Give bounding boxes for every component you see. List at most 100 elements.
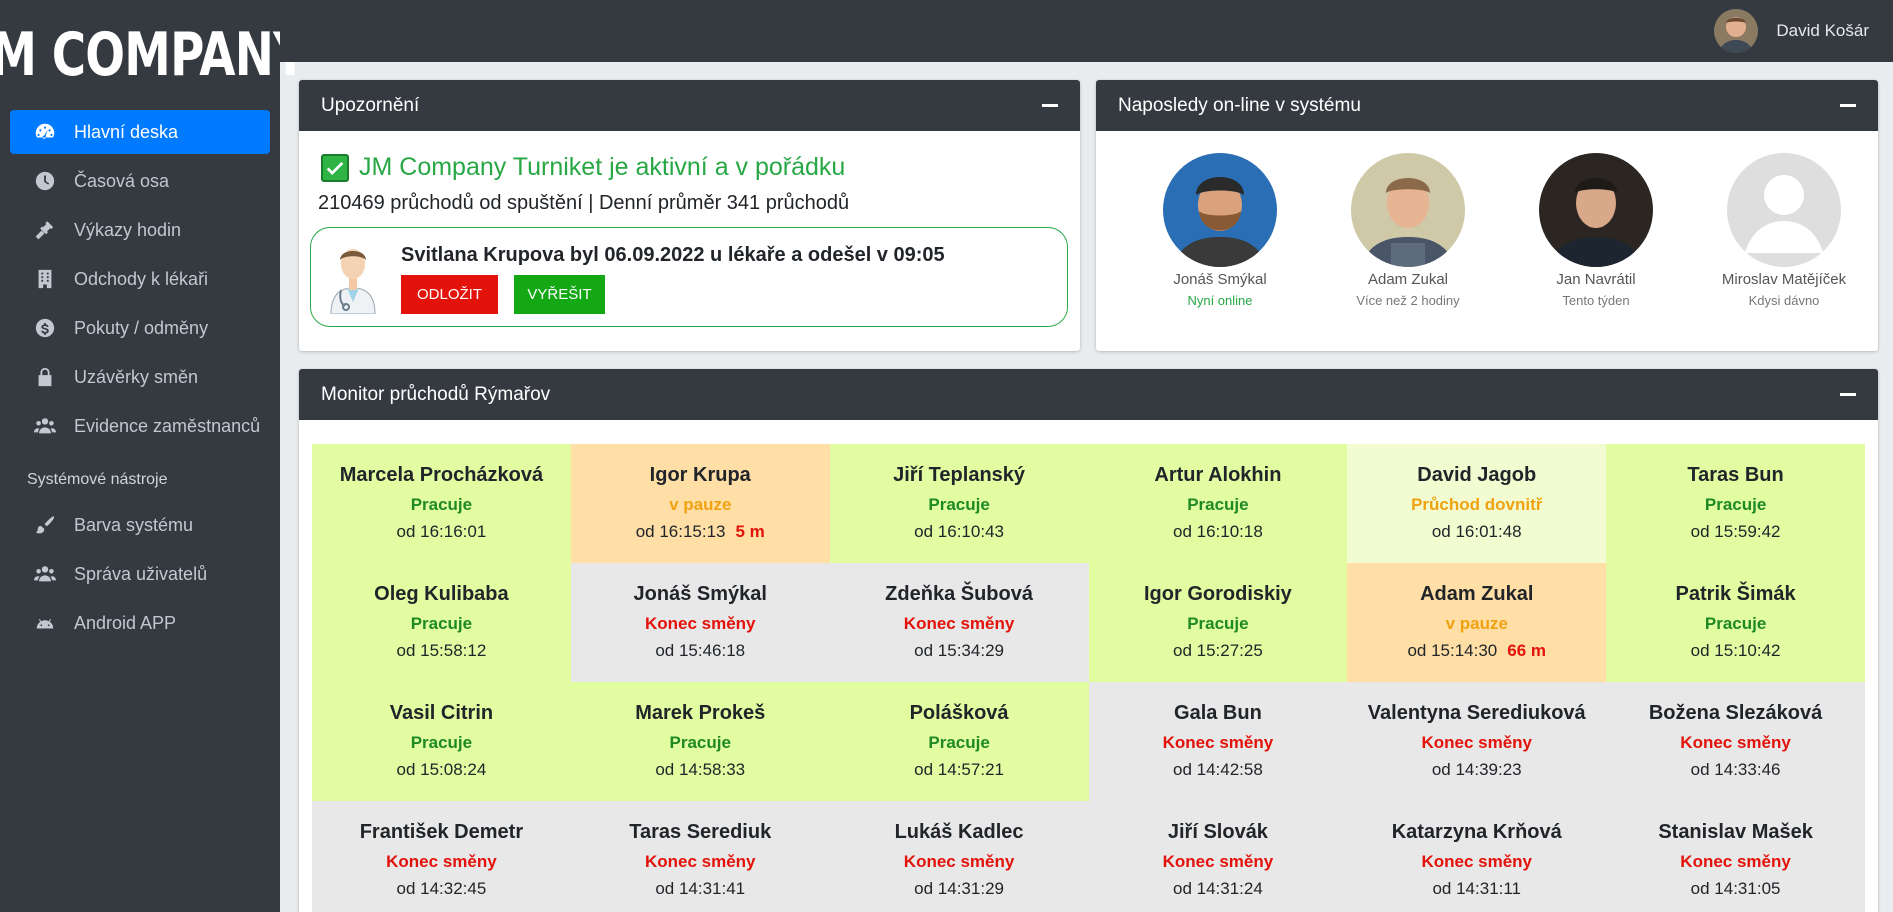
online-user-status: Nyní online bbox=[1187, 293, 1253, 308]
postpone-button[interactable]: ODLOŽIT bbox=[401, 275, 498, 314]
nav-label: Pokuty / odměny bbox=[74, 317, 209, 338]
employee-status: Pracuje bbox=[928, 495, 990, 514]
clock-icon bbox=[32, 170, 58, 192]
status-since-time: od 15:59:42 bbox=[1690, 522, 1781, 541]
employee-status-cell[interactable]: František Demetr Konec směny od 14:32:45 bbox=[312, 801, 571, 912]
employee-status: Konec směny bbox=[1162, 733, 1274, 752]
nav-label: Uzávěrky směn bbox=[74, 366, 199, 387]
user-avatar[interactable] bbox=[1539, 153, 1653, 267]
status-since: od 14:31:29 bbox=[830, 879, 1089, 899]
employee-status: Pracuje bbox=[1704, 495, 1767, 514]
notice-actions: ODLOŽIT VYŘEŠIT bbox=[401, 275, 945, 314]
status-since-time: od 14:58:33 bbox=[655, 760, 746, 779]
online-users-list: Jonáš Smýkal Nyní online Adam Zukal Více… bbox=[1096, 153, 1878, 308]
status-since: od 15:10:42 bbox=[1606, 641, 1865, 661]
status-since: od 15:58:12 bbox=[312, 641, 571, 661]
employee-status: Pracuje bbox=[1187, 614, 1249, 633]
status-since: od 15:46:18 bbox=[571, 641, 830, 661]
user-name[interactable]: David Košár bbox=[1776, 21, 1869, 41]
employee-status-cell[interactable]: Taras Serediuk Konec směny od 14:31:41 bbox=[570, 801, 830, 912]
status-since-time: od 15:14:30 bbox=[1407, 641, 1498, 660]
employee-status-cell[interactable]: Marek Prokeš Pracuje od 14:58:33 bbox=[570, 682, 830, 801]
dashboard-icon bbox=[32, 121, 58, 143]
employee-status-cell[interactable]: Artur Alokhin Pracuje od 16:10:18 bbox=[1088, 444, 1348, 563]
nav-item-shift-closings[interactable]: Uzávěrky směn bbox=[10, 355, 270, 399]
resolve-button[interactable]: VYŘEŠIT bbox=[514, 275, 605, 314]
nav-item-user-management[interactable]: Správa uživatelů bbox=[10, 552, 270, 596]
online-user[interactable]: Jan Navrátil Tento týden bbox=[1502, 153, 1690, 308]
employee-status-cell[interactable]: Božena Slezáková Konec směny od 14:33:46 bbox=[1606, 682, 1865, 801]
status-since-time: od 16:01:48 bbox=[1431, 522, 1522, 541]
online-user[interactable]: Jonáš Smýkal Nyní online bbox=[1126, 153, 1314, 308]
employee-status: Pracuje bbox=[410, 614, 473, 633]
employee-status: v pauze bbox=[1445, 614, 1508, 633]
pause-duration: 66 m bbox=[1507, 641, 1547, 660]
user-avatar[interactable] bbox=[1351, 153, 1465, 267]
employee-status-cell[interactable]: Oleg Kulibaba Pracuje od 15:58:12 bbox=[312, 563, 571, 682]
user-avatar[interactable] bbox=[1163, 153, 1277, 267]
employee-status-cell[interactable]: Igor Krupa v pauze od 16:15:13 5 m bbox=[570, 444, 830, 563]
nav-item-doctor-visits[interactable]: Odchody k lékaři bbox=[10, 257, 270, 301]
online-user[interactable]: Miroslav Matějíček Kdysi dávno bbox=[1690, 153, 1878, 308]
online-user[interactable]: Adam Zukal Více než 2 hodiny bbox=[1314, 153, 1502, 308]
employee-status-cell[interactable]: Jonáš Smýkal Konec směny od 15:46:18 bbox=[570, 563, 830, 682]
employee-status-cell[interactable]: Valentyna Serediuková Konec směny od 14:39… bbox=[1347, 682, 1607, 801]
status-since-time: od 15:10:42 bbox=[1690, 641, 1781, 660]
employee-status-cell[interactable]: Stanislav Mašek Konec směny od 14:31:05 bbox=[1606, 801, 1865, 912]
collapse-icon[interactable] bbox=[1840, 393, 1856, 396]
user-menu[interactable]: David Košár bbox=[1714, 9, 1869, 53]
nav-item-timeline[interactable]: Časová osa bbox=[10, 159, 270, 203]
status-since: od 14:57:21 bbox=[830, 760, 1089, 780]
employee-status-cell[interactable]: Marcela Procházková Pracuje od 16:16:01 bbox=[312, 444, 571, 563]
employee-name: Artur Alokhin bbox=[1154, 464, 1282, 486]
employee-status-cell[interactable]: Jiří Slovák Konec směny od 14:31:24 bbox=[1088, 801, 1348, 912]
user-avatar[interactable] bbox=[1714, 9, 1759, 53]
alerts-card: Upozornění JM Company Turniket je aktivn… bbox=[299, 80, 1080, 351]
employee-status-cell[interactable]: Adam Zukal v pauze od 15:14:30 66 m bbox=[1347, 563, 1607, 682]
nav-item-dashboard[interactable]: Hlavní deska bbox=[10, 110, 270, 154]
status-since-time: od 16:15:13 bbox=[635, 522, 726, 541]
employee-status-cell[interactable]: David Jagob Průchod dovnitř od 16:01:48 bbox=[1347, 444, 1607, 563]
employee-name: David Jagob bbox=[1417, 464, 1537, 486]
status-since-time: od 14:31:29 bbox=[914, 879, 1004, 898]
collapse-icon[interactable] bbox=[1042, 104, 1058, 107]
employee-name: Božena Slezáková bbox=[1648, 702, 1823, 724]
nav-item-employees[interactable]: Evidence zaměstnanců bbox=[10, 404, 270, 448]
status-since: od 16:16:01 bbox=[312, 522, 571, 542]
employee-status: Konec směny bbox=[903, 614, 1015, 633]
employee-status: Konec směny bbox=[1421, 733, 1533, 752]
employee-status-cell[interactable]: Gala Bun Konec směny od 14:42:58 bbox=[1088, 682, 1348, 801]
employee-status-cell[interactable]: Lukáš Kadlec Konec směny od 14:31:29 bbox=[829, 801, 1089, 912]
employee-name: Vasil Citrin bbox=[389, 702, 494, 724]
online-card-header: Naposledy on-line v systému bbox=[1096, 80, 1878, 131]
default-avatar-icon[interactable] bbox=[1727, 153, 1841, 267]
employee-status-cell[interactable]: Jiří Teplanský Pracuje od 16:10:43 bbox=[829, 444, 1089, 563]
employee-name: Gala Bun bbox=[1174, 702, 1262, 724]
employee-status-cell[interactable]: Igor Gorodiskiy Pracuje od 15:27:25 bbox=[1088, 563, 1348, 682]
employee-name: Marek Prokeš bbox=[635, 702, 766, 724]
employee-name: Patrik Šimák bbox=[1675, 583, 1796, 605]
employee-name: Taras Bun bbox=[1687, 464, 1784, 486]
employee-status: Pracuje bbox=[928, 733, 990, 752]
employee-status: Konec směny bbox=[903, 852, 1015, 871]
collapse-icon[interactable] bbox=[1840, 104, 1856, 107]
card-title: Upozornění bbox=[321, 94, 420, 116]
employee-status-cell[interactable]: Polášková Pracuje od 14:57:21 bbox=[829, 682, 1089, 801]
employee-name: Jiří Teplanský bbox=[893, 464, 1026, 486]
nav-item-android-app[interactable]: Android APP bbox=[10, 601, 270, 645]
status-since: od 15:14:30 66 m bbox=[1347, 641, 1606, 661]
nav-item-system-color[interactable]: Barva systému bbox=[10, 503, 270, 547]
android-icon bbox=[32, 612, 58, 634]
employee-status-cell[interactable]: Vasil Citrin Pracuje od 15:08:24 bbox=[312, 682, 571, 801]
brand-logo[interactable]: JM COMPANY bbox=[0, 0, 307, 110]
nav-item-timesheets[interactable]: Výkazy hodin bbox=[10, 208, 270, 252]
nav-item-fines[interactable]: Pokuty / odměny bbox=[10, 306, 270, 350]
employee-status: Konec směny bbox=[1680, 733, 1791, 752]
employee-status-cell[interactable]: Taras Bun Pracuje od 15:59:42 bbox=[1606, 444, 1865, 563]
employee-status-cell[interactable]: Patrik Šimák Pracuje od 15:10:42 bbox=[1606, 563, 1865, 682]
employee-name: Valentyna Serediuková bbox=[1367, 702, 1586, 724]
gavel-icon bbox=[32, 219, 58, 241]
employee-status-cell[interactable]: Katarzyna Krňová Konec směny od 14:31:11 bbox=[1347, 801, 1607, 912]
employee-status-cell[interactable]: Zdeňka Šubová Konec směny od 15:34:29 bbox=[829, 563, 1089, 682]
employee-name: František Demetr bbox=[359, 821, 524, 843]
